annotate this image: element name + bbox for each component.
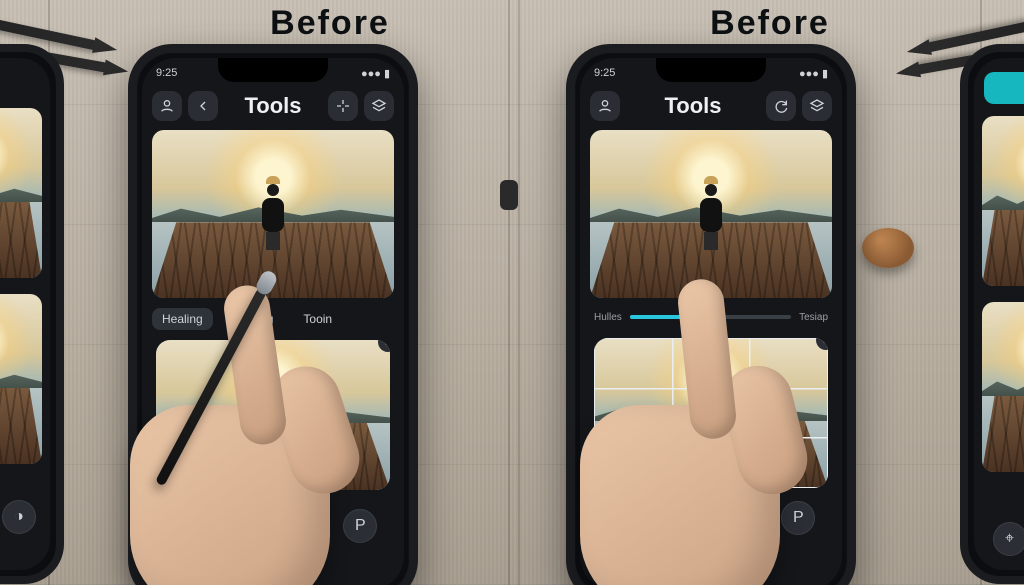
- back-icon[interactable]: [188, 91, 218, 121]
- app-brand: Topeed: [0, 74, 40, 94]
- cookie-prop: [862, 228, 914, 268]
- hand-right: [520, 315, 840, 585]
- mode-button[interactable]: ◑: [2, 500, 36, 534]
- side-phone-left: Topeed ◑: [0, 44, 64, 584]
- before-label-right: Before: [640, 4, 900, 43]
- screen-title: Tools: [664, 93, 721, 119]
- tool-icon[interactable]: ⌖: [993, 522, 1024, 556]
- layers-icon[interactable]: [364, 91, 394, 121]
- before-label-left: Before: [200, 4, 460, 43]
- profile-icon[interactable]: [590, 91, 620, 121]
- layers-icon[interactable]: [802, 91, 832, 121]
- main-photo[interactable]: [590, 130, 832, 298]
- redo-icon[interactable]: [766, 91, 796, 121]
- title-bar: Tools: [142, 86, 404, 126]
- side-phone-right: ⌖ P: [960, 44, 1024, 584]
- comparison-stage: Before Before Topeed ◑: [0, 0, 1024, 585]
- status-icons: ●●● ▮: [799, 67, 828, 80]
- status-time: 9:25: [156, 67, 177, 79]
- status-icons: ●●● ▮: [361, 67, 390, 80]
- status-bar: 9:25 ●●● ▮: [142, 62, 404, 84]
- pen-cap-prop: [500, 180, 518, 210]
- title-bar: Tools: [580, 86, 842, 126]
- status-time: 9:25: [594, 67, 615, 79]
- sparkle-icon[interactable]: [328, 91, 358, 121]
- profile-icon[interactable]: [152, 91, 182, 121]
- divider: [508, 0, 510, 585]
- status-bar: 9:25 ●●● ▮: [580, 62, 842, 84]
- screen-title: Tools: [244, 93, 301, 119]
